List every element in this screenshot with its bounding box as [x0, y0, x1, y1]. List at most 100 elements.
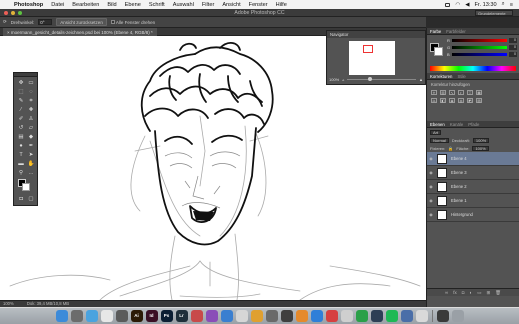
link-layers-icon[interactable]: ∞	[445, 290, 448, 295]
tab-farbe[interactable]: Farbe	[430, 29, 441, 34]
vibrance-icon[interactable]: ▽	[467, 90, 473, 95]
dock-app-icon[interactable]	[55, 310, 68, 322]
new-group-icon[interactable]: ▭	[477, 290, 481, 296]
channel-r-input[interactable]: 0	[509, 38, 517, 43]
dock-app-icon[interactable]: Id	[145, 310, 158, 322]
lasso-tool-icon[interactable]: ◌	[27, 88, 35, 96]
toolbox-grab-handle[interactable]	[14, 73, 37, 77]
wifi-icon[interactable]: ◠	[455, 2, 460, 8]
color-balance-icon[interactable]: ⚖	[431, 98, 437, 103]
dock-app-icon[interactable]	[115, 310, 128, 322]
menu-item-bild[interactable]: Bild	[107, 2, 116, 8]
visibility-eye-icon[interactable]: ◉	[427, 184, 435, 189]
dock-app-icon[interactable]	[385, 310, 398, 322]
status-doc-info[interactable]: Dok: 39,4 MB/10,8 MB	[27, 301, 69, 306]
dock-app-icon[interactable]	[70, 310, 83, 322]
dodge-tool-icon[interactable]: ●	[17, 142, 25, 150]
gradient-tool-icon[interactable]: ▤	[17, 133, 25, 141]
eraser-tool-icon[interactable]: ▱	[27, 124, 35, 132]
dock-app-icon[interactable]	[355, 310, 368, 322]
pen-tool-icon[interactable]: ✒	[27, 142, 35, 150]
brush-tool-icon[interactable]: ✐	[17, 115, 25, 123]
document-tab[interactable]: × moermann_gesicht_details-zeichnen.psd …	[3, 28, 157, 36]
dock-app-icon[interactable]	[451, 310, 464, 322]
color-spectrum-bar[interactable]	[430, 66, 516, 71]
dock-app-icon[interactable]	[310, 310, 323, 322]
artboard-tool-icon[interactable]: ▭	[27, 79, 35, 87]
background-color-swatch[interactable]	[22, 183, 30, 191]
posterize-icon[interactable]: ▧	[476, 98, 482, 103]
dock-app-icon[interactable]	[436, 310, 449, 322]
menu-item-photoshop[interactable]: Photoshop	[14, 2, 43, 8]
eyedropper-tool-icon[interactable]: ⁄	[17, 106, 25, 114]
notification-icon[interactable]: ≡	[510, 2, 513, 8]
channel-b-slider[interactable]	[451, 53, 507, 56]
layer-row[interactable]: ◉ Ebene 4	[427, 152, 519, 166]
dock-app-icon[interactable]	[250, 310, 263, 322]
move-tool-icon[interactable]: ✥	[17, 79, 25, 87]
marquee-tool-icon[interactable]: ⬚	[17, 88, 25, 96]
visibility-eye-icon[interactable]: ◉	[427, 212, 435, 217]
rotation-input[interactable]: 0°	[38, 19, 53, 25]
new-adjustment-icon[interactable]: ◐	[469, 290, 472, 295]
dock-app-icon[interactable]	[370, 310, 383, 322]
hand-tool-icon[interactable]: ✋	[27, 160, 35, 168]
photo-filter-icon[interactable]: ◉	[449, 98, 455, 103]
curves-icon[interactable]: ∿	[449, 90, 455, 95]
navigator-title[interactable]: Navigator	[327, 31, 425, 38]
delete-layer-icon[interactable]: 🗑	[495, 290, 501, 296]
zoom-in-icon[interactable]: ▲	[419, 77, 423, 82]
dock-app-icon[interactable]	[235, 310, 248, 322]
menu-item-auswahl[interactable]: Auswahl	[173, 2, 194, 8]
invert-icon[interactable]: ◩	[467, 98, 473, 103]
opacity-input[interactable]: 100%	[472, 137, 490, 143]
dock-app-icon[interactable]	[85, 310, 98, 322]
path-select-tool-icon[interactable]: ➤	[27, 151, 35, 159]
exposure-icon[interactable]: ◐	[458, 90, 464, 95]
healing-brush-tool-icon[interactable]: ✚	[27, 106, 35, 114]
menu-item-datei[interactable]: Datei	[51, 2, 64, 8]
status-zoom[interactable]: 100%	[3, 301, 14, 306]
tab-farbfelder[interactable]: Farbfelder	[446, 29, 466, 34]
screen-mode-icon[interactable]: ▢	[27, 195, 35, 203]
menu-item-filter[interactable]: Filter	[202, 2, 214, 8]
zoom-tool-icon[interactable]: ⚲	[17, 169, 25, 177]
menu-item-ansicht[interactable]: Ansicht	[222, 2, 240, 8]
crop-tool-icon[interactable]: ⌗	[27, 97, 35, 105]
dock-app-icon[interactable]	[295, 310, 308, 322]
quick-mask-icon[interactable]: ◘	[17, 195, 25, 203]
layer-row[interactable]: ◉ Hintergrund	[427, 208, 519, 222]
dock-app-icon[interactable]: Ps	[160, 310, 173, 322]
workspace-select[interactable]: Grundelemente	[475, 10, 513, 16]
black-white-icon[interactable]: ◧	[440, 98, 446, 103]
channel-r-slider[interactable]	[451, 39, 507, 42]
new-layer-icon[interactable]: ⊞	[486, 290, 490, 296]
tab-stile[interactable]: Stile	[457, 74, 465, 79]
clone-stamp-tool-icon[interactable]: ♙	[27, 115, 35, 123]
levels-icon[interactable]: ▥	[440, 90, 446, 95]
dock-app-icon[interactable]	[100, 310, 113, 322]
dock-app-icon[interactable]	[325, 310, 338, 322]
tab-korrekturen[interactable]: Korrekturen	[430, 74, 452, 79]
menu-item-ebene[interactable]: Ebene	[125, 2, 141, 8]
tab-kanaele[interactable]: Kanäle	[450, 122, 463, 127]
dock-app-icon[interactable]	[265, 310, 278, 322]
dock-app-icon[interactable]	[280, 310, 293, 322]
visibility-eye-icon[interactable]: ◉	[427, 156, 435, 161]
channel-g-input[interactable]: 0	[509, 45, 517, 50]
layer-filter-select[interactable]: Art	[430, 129, 442, 135]
layer-row[interactable]: ◉ Ebene 2	[427, 180, 519, 194]
channel-g-slider[interactable]	[452, 46, 507, 49]
clock-text[interactable]: Fr. 13:30	[475, 2, 497, 8]
dock-app-icon[interactable]: Ai	[130, 310, 143, 322]
menu-item-hilfe[interactable]: Hilfe	[276, 2, 287, 8]
blend-mode-select[interactable]: Normal	[430, 137, 449, 143]
dock-app-icon[interactable]	[220, 310, 233, 322]
dock-app-icon[interactable]	[400, 310, 413, 322]
tab-pfade[interactable]: Pfade	[468, 122, 479, 127]
navigator-view-box[interactable]	[363, 45, 373, 53]
dock-app-icon[interactable]	[340, 310, 353, 322]
channel-mixer-icon[interactable]: ◍	[458, 98, 464, 103]
menu-item-schrift[interactable]: Schrift	[149, 2, 165, 8]
shape-tool-icon[interactable]: ▬	[17, 160, 25, 168]
